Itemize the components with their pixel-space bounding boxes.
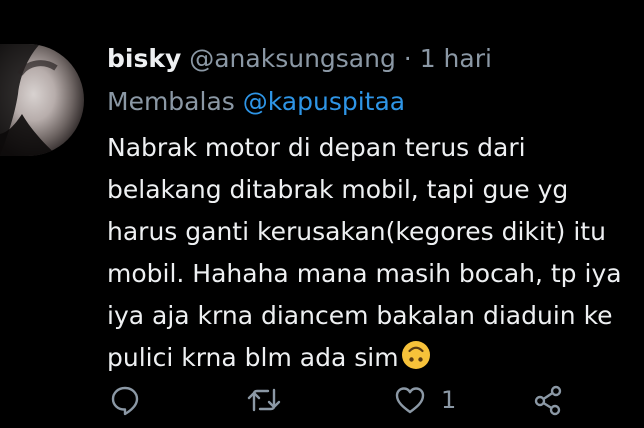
avatar-photo	[0, 44, 58, 156]
separator-dot: ·	[403, 44, 412, 73]
tweet-header: bisky @anaksungsang · 1 hari	[107, 42, 492, 76]
tweet-text-line: harus ganti kerusakan(kegores dikit) itu	[107, 217, 606, 246]
reply-icon	[108, 383, 142, 417]
replying-to-label: Membalas	[107, 87, 235, 116]
upside-down-face-emoji	[401, 340, 431, 370]
share-button[interactable]	[531, 378, 565, 422]
replying-to: Membalas @kapuspitaa	[107, 85, 405, 119]
tweet-text-line: Nabrak motor di depan terus dari	[107, 133, 526, 162]
tweet-text-line: mobil. Hahaha mana masih bocah, tp iya	[107, 259, 622, 288]
tweet-text: Nabrak motor di depan terus dari belakan…	[107, 127, 637, 379]
like-count: 1	[441, 386, 457, 414]
reply-button[interactable]	[108, 378, 142, 422]
display-name[interactable]: bisky	[107, 44, 181, 73]
tweet-text-line: pulici krna blm ada sim	[107, 343, 399, 372]
replying-to-mention[interactable]: @kapuspitaa	[243, 87, 405, 116]
retweet-icon	[246, 383, 282, 417]
timestamp[interactable]: 1 hari	[420, 44, 492, 73]
heart-icon	[393, 383, 427, 417]
retweet-button[interactable]	[246, 378, 282, 422]
avatar[interactable]	[0, 44, 84, 156]
tweet-text-line: iya aja krna diancem bakalan diaduin ke	[107, 301, 613, 330]
tweet-text-line-last: pulici krna blm ada sim	[107, 337, 637, 379]
share-icon	[531, 383, 565, 417]
tweet[interactable]: bisky @anaksungsang · 1 hari Membalas @k…	[0, 0, 644, 428]
tweet-actions: 1	[0, 378, 644, 422]
user-handle[interactable]: @anaksungsang	[189, 44, 396, 73]
like-button[interactable]: 1	[393, 378, 456, 422]
tweet-text-line: belakang ditabrak mobil, tapi gue yg	[107, 175, 569, 204]
